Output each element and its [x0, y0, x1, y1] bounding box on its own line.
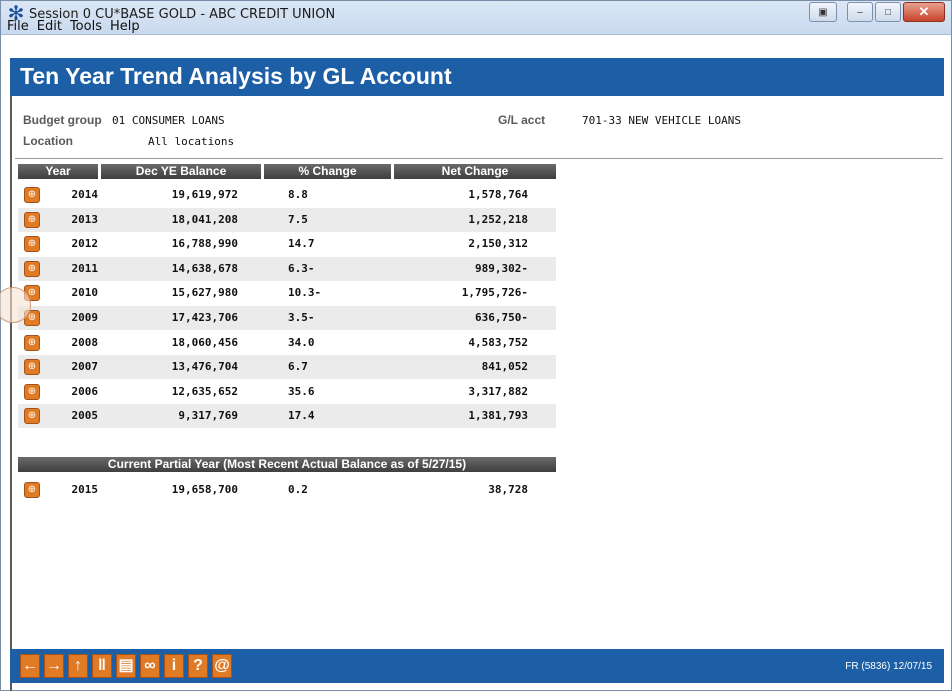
pct-cell: 6.3- — [288, 261, 315, 275]
balance-cell: 19,658,700 — [171, 483, 238, 496]
year-cell: 2005 — [71, 409, 99, 423]
pct-cell: 17.4 — [288, 409, 315, 423]
menu-edit[interactable]: Edit — [37, 19, 62, 34]
pct-cell: 3.5- — [288, 311, 315, 324]
location-value: All locations — [148, 135, 235, 148]
net-cell: 1,578,764 — [468, 188, 528, 201]
table-row[interactable]: ⊕ 2005 9,317,769 17.4 1,381,793 — [18, 404, 556, 429]
forward-arrow-icon[interactable]: → — [44, 654, 64, 678]
zoom-icon[interactable]: ⊕ — [24, 482, 40, 498]
year-cell: 2013 — [71, 212, 99, 226]
year-cell: 2011 — [71, 261, 99, 275]
net-cell: 989,302- — [475, 261, 528, 275]
menu-help[interactable]: Help — [110, 19, 140, 34]
pct-cell: 8.8 — [288, 188, 308, 201]
table-row[interactable]: ⊕ 2014 19,619,972 8.8 1,578,764 — [18, 183, 556, 207]
gl-acct-label: G/L acct — [498, 113, 546, 127]
zoom-icon[interactable]: ⊕ — [24, 408, 40, 425]
year-cell: 2009 — [71, 311, 99, 324]
balance-cell: 17,423,706 — [171, 311, 238, 324]
col-header-balance[interactable]: Dec YE Balance — [101, 164, 261, 179]
year-cell: 2008 — [71, 335, 99, 349]
zoom-icon[interactable]: ⊕ — [24, 260, 40, 277]
print-icon[interactable]: ▤ — [116, 654, 136, 678]
year-cell: 2006 — [71, 384, 99, 398]
balance-cell: 13,476,704 — [171, 360, 238, 374]
at-icon[interactable]: @ — [212, 654, 232, 678]
year-cell: 2015 — [71, 483, 99, 496]
left-border — [10, 96, 12, 691]
net-cell: 2,150,312 — [468, 237, 528, 251]
balance-cell: 16,788,990 — [171, 237, 238, 251]
pct-cell: 10.3- — [288, 286, 322, 300]
pause-icon[interactable]: ‖ — [92, 654, 112, 678]
col-header-pct-change[interactable]: % Change — [264, 164, 391, 179]
balance-cell: 18,041,208 — [171, 212, 238, 226]
budget-group-label: Budget group — [23, 113, 102, 127]
year-cell: 2007 — [71, 360, 99, 374]
zoom-icon[interactable]: ⊕ — [24, 334, 40, 351]
menu-bar: File Edit Tools Help — [1, 19, 951, 36]
net-cell: 1,252,218 — [468, 212, 528, 226]
pct-cell: 6.7 — [288, 360, 308, 374]
col-header-year[interactable]: Year — [18, 164, 98, 179]
balance-cell: 12,635,652 — [171, 384, 238, 398]
location-label: Location — [23, 134, 73, 148]
screen-code: FR (5836) 12/07/15 — [845, 661, 932, 672]
link-icon[interactable]: ∞ — [140, 654, 160, 678]
table-row[interactable]: ⊕ 2008 18,060,456 34.0 4,583,752 — [18, 331, 556, 355]
net-cell: 38,728 — [488, 483, 528, 496]
zoom-icon[interactable]: ⊕ — [24, 359, 40, 376]
net-cell: 636,750- — [475, 311, 528, 324]
pct-cell: 7.5 — [288, 212, 308, 226]
year-cell: 2010 — [71, 286, 99, 300]
page-header: Ten Year Trend Analysis by GL Account — [10, 58, 944, 96]
help-icon[interactable]: ? — [188, 654, 208, 678]
pct-cell: 34.0 — [288, 335, 315, 349]
net-cell: 1,795,726- — [461, 286, 528, 300]
year-cell: 2012 — [71, 237, 99, 251]
net-cell: 1,381,793 — [468, 409, 528, 423]
net-cell: 841,052 — [481, 360, 528, 374]
table-row[interactable]: ⊕ 2007 13,476,704 6.7 841,052 — [18, 355, 556, 380]
table-row[interactable]: ⊕ 2006 12,635,652 35.6 3,317,882 — [18, 380, 556, 404]
info-icon[interactable]: i — [164, 654, 184, 678]
col-header-net-change[interactable]: Net Change — [394, 164, 556, 179]
page-title: Ten Year Trend Analysis by GL Account — [20, 63, 452, 89]
app-window: ✻ Session 0 CU*BASE GOLD - ABC CREDIT UN… — [0, 0, 952, 691]
balance-cell: 14,638,678 — [171, 261, 238, 275]
pct-cell: 35.6 — [288, 384, 315, 398]
partial-year-header: Current Partial Year (Most Recent Actual… — [18, 457, 556, 472]
gl-acct-value: 701-33 NEW VEHICLE LOANS — [582, 114, 741, 127]
table-row[interactable]: ⊕ 2011 14,638,678 6.3- 989,302- — [18, 256, 556, 281]
back-arrow-icon[interactable]: ← — [20, 654, 40, 678]
balance-cell: 15,627,980 — [171, 286, 238, 300]
table-row[interactable]: ⊕ 2009 17,423,706 3.5- 636,750- — [18, 306, 556, 330]
partial-year-row[interactable]: ⊕ 2015 19,658,700 0.2 38,728 — [18, 478, 556, 502]
table-row[interactable]: ⊕ 2012 16,788,990 14.7 2,150,312 — [18, 232, 556, 256]
budget-group-value: 01 CONSUMER LOANS — [112, 114, 225, 127]
zoom-icon[interactable]: ⊕ — [24, 383, 40, 400]
bottom-toolbar: ← → ↑ ‖ ▤ ∞ i? @ FR (5836) 12/07/15 — [10, 649, 944, 683]
table-row[interactable]: ⊕ 2013 18,041,208 7.5 1,252,218 — [18, 207, 556, 232]
up-arrow-icon[interactable]: ↑ — [68, 654, 88, 678]
pct-cell: 14.7 — [288, 237, 315, 251]
section-divider — [15, 158, 943, 159]
net-cell: 4,583,752 — [468, 335, 528, 349]
net-cell: 3,317,882 — [468, 384, 528, 398]
menu-tools[interactable]: Tools — [70, 19, 102, 34]
zoom-icon[interactable]: ⊕ — [24, 211, 40, 228]
menu-file[interactable]: File — [7, 19, 29, 34]
year-cell: 2014 — [71, 188, 99, 201]
zoom-icon[interactable]: ⊕ — [24, 187, 40, 203]
balance-cell: 9,317,769 — [178, 409, 238, 423]
zoom-icon[interactable]: ⊕ — [24, 236, 40, 253]
balance-cell: 19,619,972 — [171, 188, 238, 201]
table-row[interactable]: ⊕ 2010 15,627,980 10.3- 1,795,726- — [18, 281, 556, 305]
balance-cell: 18,060,456 — [171, 335, 238, 349]
pct-cell: 0.2 — [288, 483, 308, 496]
